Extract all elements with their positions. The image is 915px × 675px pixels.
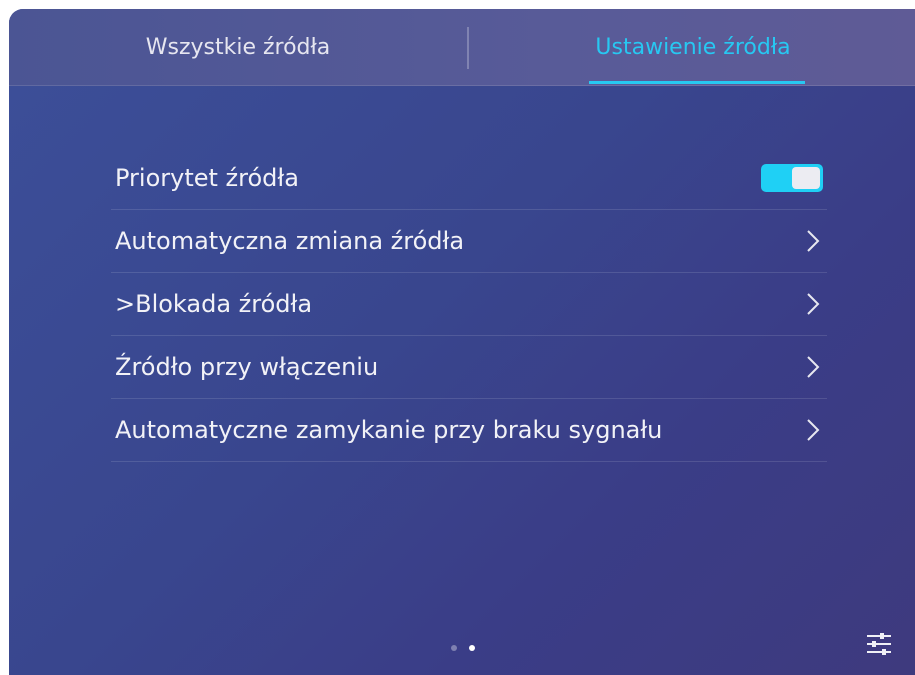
source-priority-toggle[interactable] (761, 164, 823, 192)
list-item-source-lock[interactable]: >Blokada źródła (111, 273, 827, 336)
edge-artifact (0, 340, 3, 354)
chevron-right-icon (807, 293, 820, 315)
list-item-label: Automatyczne zamykanie przy braku sygnał… (115, 416, 663, 444)
active-tab-indicator (589, 81, 805, 84)
page-indicator (451, 645, 475, 651)
source-settings-panel: Wszystkie źródła Ustawienie źródła Prior… (9, 9, 915, 675)
list-item-label: Priorytet źródła (115, 164, 299, 192)
list-item-source-priority[interactable]: Priorytet źródła (111, 147, 827, 210)
list-item-label: Źródło przy włączeniu (115, 353, 379, 381)
edge-artifact (0, 440, 3, 458)
edge-artifact (0, 252, 3, 290)
toggle-knob (792, 167, 820, 189)
tab-bar: Wszystkie źródła Ustawienie źródła (9, 9, 915, 86)
tab-all-sources-label: Wszystkie źródła (145, 34, 331, 60)
sliders-icon[interactable] (865, 631, 893, 657)
list-item-label: Automatyczna zmiana źródła (115, 227, 465, 255)
tab-source-setup[interactable]: Ustawienie źródła (471, 9, 915, 85)
list-item-label: >Blokada źródła (115, 290, 313, 318)
tab-all-sources[interactable]: Wszystkie źródła (9, 9, 467, 85)
settings-list: Priorytet źródła Automatyczna zmiana źró… (111, 147, 827, 462)
page-dot[interactable] (451, 645, 457, 651)
tab-divider (467, 27, 469, 69)
page-dot-active[interactable] (469, 645, 475, 651)
chevron-right-icon (807, 356, 820, 378)
list-item-auto-off-no-signal[interactable]: Automatyczne zamykanie przy braku sygnał… (111, 399, 827, 462)
list-item-auto-source-switch[interactable]: Automatyczna zmiana źródła (111, 210, 827, 273)
chevron-right-icon (807, 419, 820, 441)
chevron-right-icon (807, 230, 820, 252)
tab-source-setup-label: Ustawienie źródła (595, 34, 791, 60)
list-item-power-on-source[interactable]: Źródło przy włączeniu (111, 336, 827, 399)
